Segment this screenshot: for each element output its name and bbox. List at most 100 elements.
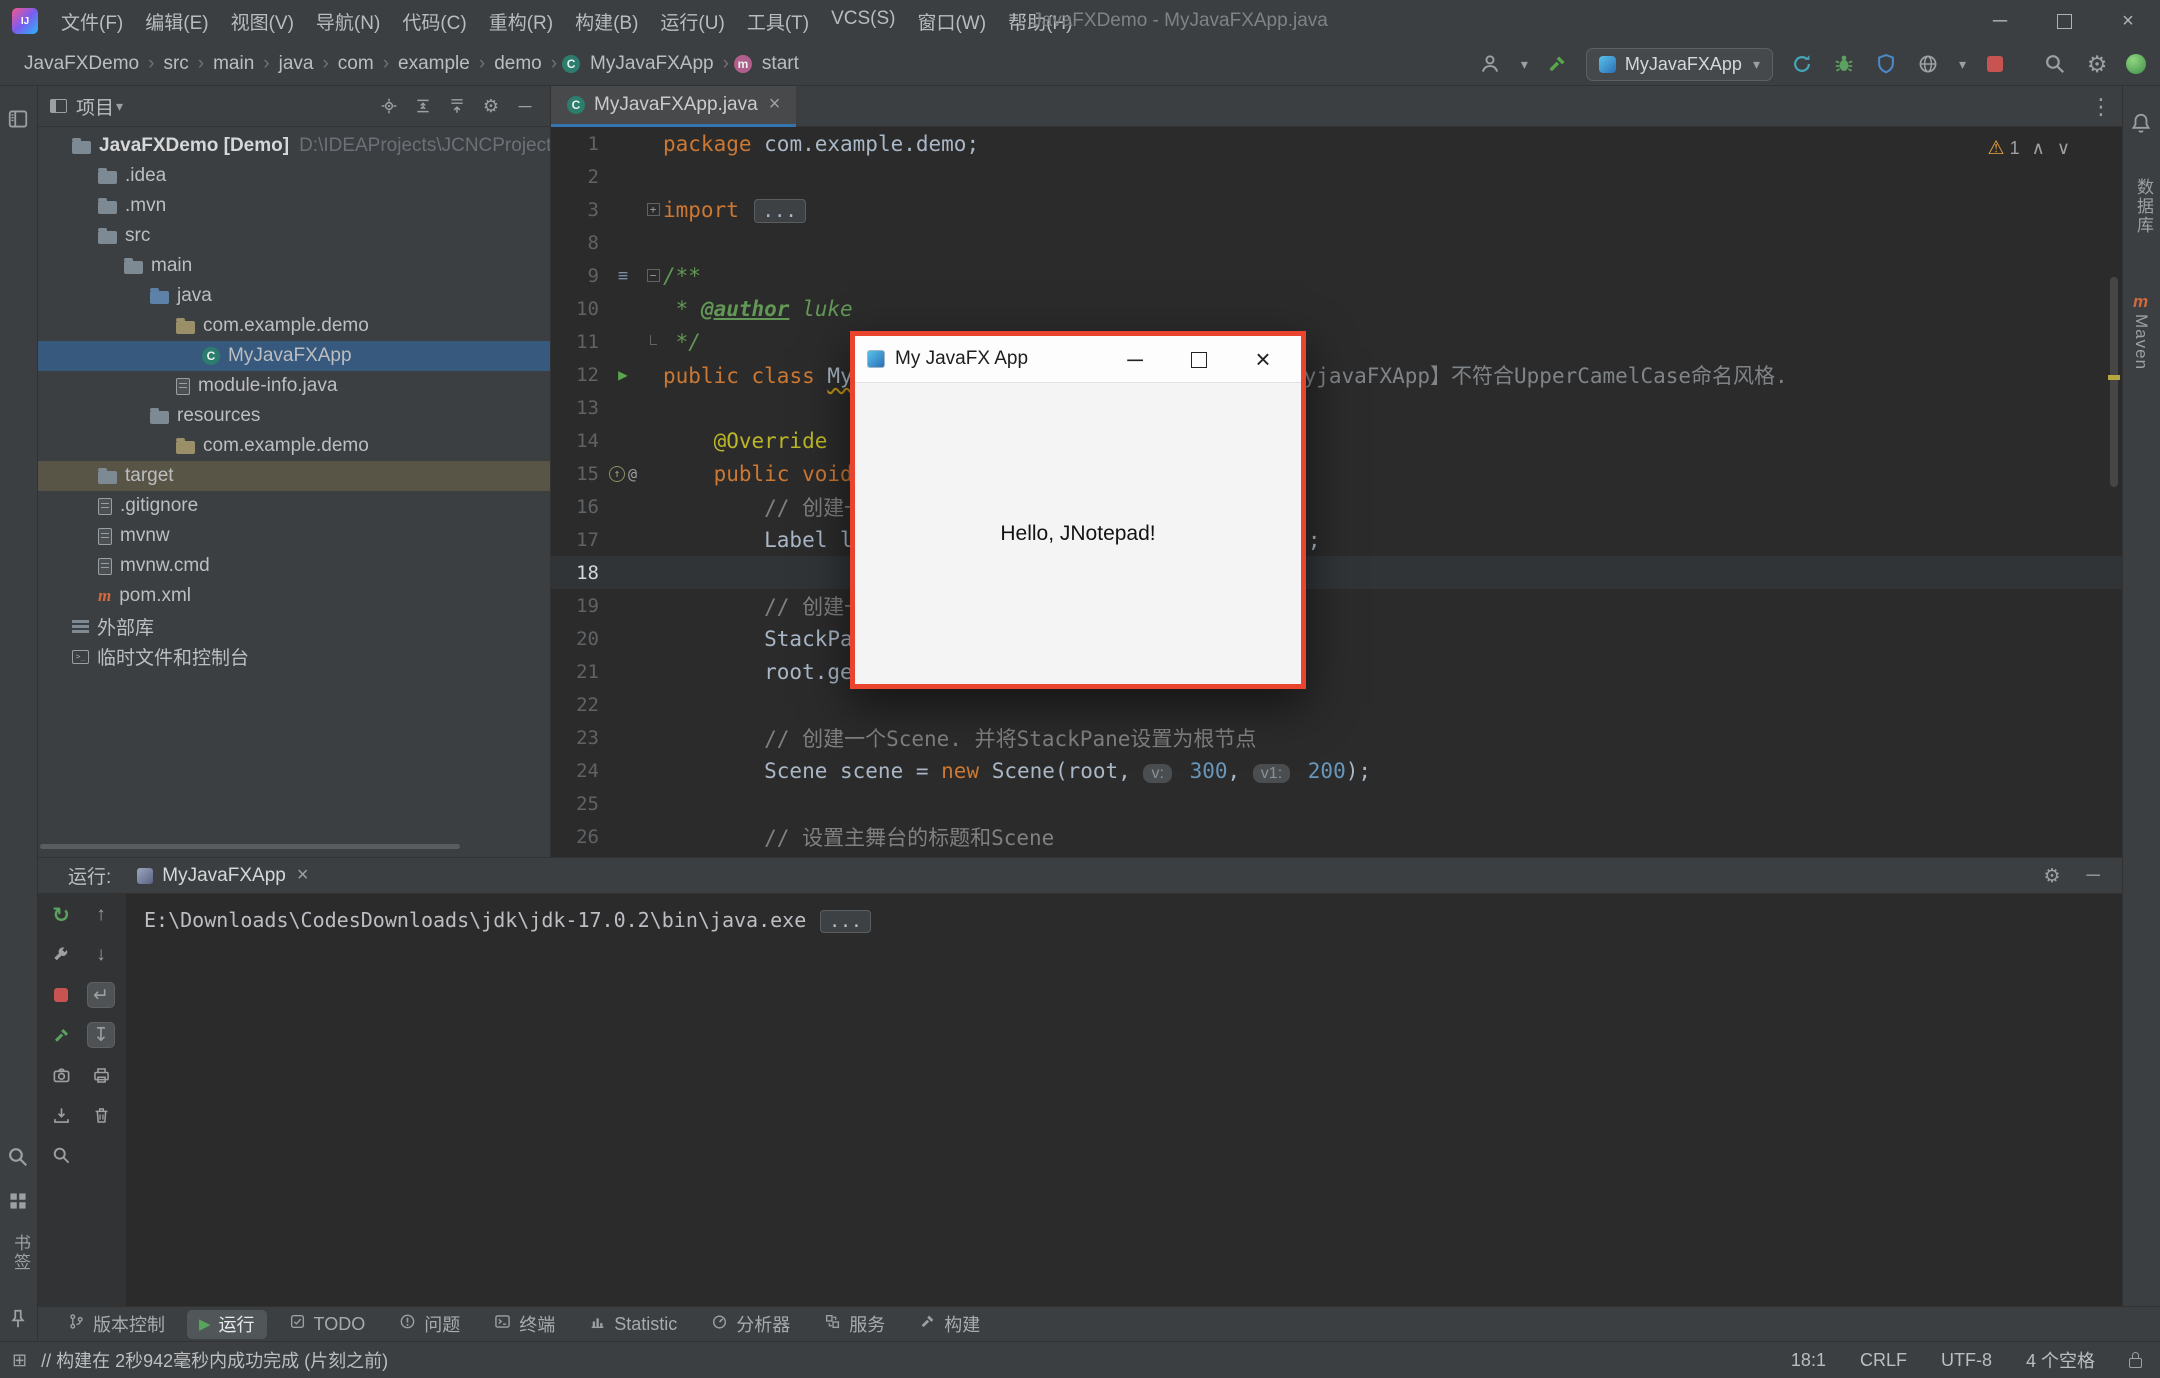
tool-tab-Statistic[interactable]: Statistic — [577, 1310, 689, 1339]
down-stack-trace-icon[interactable]: ↓ — [87, 942, 115, 968]
tree-row[interactable]: 外部库 — [38, 611, 550, 641]
encoding-widget[interactable]: UTF-8 — [1941, 1350, 1992, 1371]
readonly-lock-icon[interactable] — [2129, 1358, 2142, 1368]
panel-settings-gear-icon[interactable]: ⚙ — [478, 93, 504, 119]
breadcrumb-item-com[interactable]: com — [334, 51, 378, 77]
fold-collapse-icon[interactable]: − — [647, 269, 660, 282]
tree-row[interactable]: JavaFXDemo [Demo]D:\IDEAProjects\JCNCPro… — [38, 131, 550, 161]
menu-item-10[interactable]: 窗口(W) — [906, 4, 997, 39]
run-panel-settings-gear-icon[interactable]: ⚙ — [2043, 865, 2060, 888]
menu-item-5[interactable]: 重构(R) — [478, 4, 564, 39]
maximize-window-button[interactable] — [2032, 0, 2096, 42]
caret-position-widget[interactable]: 18:1 — [1791, 1350, 1826, 1371]
search-everywhere-button[interactable] — [2042, 51, 2068, 77]
menu-item-0[interactable]: 文件(F) — [50, 4, 134, 39]
tree-row[interactable]: com.example.demo — [38, 431, 550, 461]
expand-all-button[interactable] — [410, 93, 436, 119]
tool-tab-终端[interactable]: 终端 — [482, 1310, 567, 1339]
profiler-button[interactable] — [1915, 51, 1941, 77]
stop-process-button[interactable] — [47, 982, 75, 1008]
menu-item-7[interactable]: 运行(U) — [649, 4, 735, 39]
tree-row[interactable]: resources — [38, 401, 550, 431]
tool-tab-问题[interactable]: 问题 — [387, 1310, 472, 1339]
javafx-minimize-button[interactable]: ─ — [1103, 336, 1167, 383]
javafx-maximize-button[interactable] — [1167, 336, 1231, 383]
tree-horizontal-scrollbar[interactable] — [40, 844, 460, 849]
up-stack-trace-icon[interactable]: ↑ — [87, 902, 115, 928]
menu-item-6[interactable]: 构建(B) — [564, 4, 649, 39]
tool-tab-版本控制[interactable]: 版本控制 — [56, 1310, 177, 1339]
tool-tab-运行[interactable]: ▶运行 — [187, 1310, 267, 1339]
tree-row[interactable]: target — [38, 461, 550, 491]
build-hammer-icon[interactable] — [1544, 51, 1570, 77]
menu-item-2[interactable]: 视图(V) — [220, 4, 305, 39]
menu-item-1[interactable]: 编辑(E) — [134, 4, 219, 39]
breadcrumb-item-main[interactable]: main — [209, 51, 258, 77]
tree-row[interactable]: .idea — [38, 161, 550, 191]
run-console-output[interactable]: E:\Downloads\CodesDownloads\jdk\jdk-17.0… — [126, 894, 2122, 1306]
prev-problem-icon[interactable]: ∧ — [2032, 138, 2045, 159]
bookmarks-tool-button[interactable]: 书签 — [8, 1234, 33, 1272]
rerun-button[interactable] — [1789, 51, 1815, 77]
coverage-button[interactable] — [1873, 51, 1899, 77]
close-window-button[interactable]: × — [2096, 0, 2160, 42]
settings-gear-icon[interactable]: ⚙ — [2084, 51, 2110, 77]
ai-plugin-icon[interactable] — [2126, 54, 2146, 74]
breadcrumb-item-JavaFXDemo[interactable]: JavaFXDemo — [20, 51, 143, 77]
clear-console-trash-icon[interactable] — [87, 1102, 115, 1128]
locate-file-button[interactable] — [376, 93, 402, 119]
problems-tool-button[interactable] — [7, 1146, 31, 1170]
tool-tab-TODO[interactable]: TODO — [277, 1310, 378, 1339]
console-folded-args[interactable]: ... — [820, 910, 871, 933]
tree-row[interactable]: java — [38, 281, 550, 311]
scroll-to-end-icon[interactable]: ↧ — [87, 1022, 115, 1048]
tree-row[interactable]: mpom.xml — [38, 581, 550, 611]
javafx-window-titlebar[interactable]: My JavaFX App ─ × — [855, 336, 1301, 383]
tab-close-icon[interactable]: × — [769, 93, 781, 116]
database-tool-button[interactable]: 数据库 — [2131, 178, 2156, 235]
tool-tab-服务[interactable]: 服务 — [812, 1310, 897, 1339]
breadcrumb-item-java[interactable]: java — [275, 51, 318, 77]
tree-row[interactable]: main — [38, 251, 550, 281]
rerun-application-button[interactable]: ↻ — [47, 902, 75, 928]
tree-row[interactable]: mvnw.cmd — [38, 551, 550, 581]
user-account-icon[interactable] — [1477, 51, 1503, 77]
collapse-all-button[interactable] — [444, 93, 470, 119]
tool-windows-widget-icon[interactable]: ⊞ — [12, 1350, 27, 1371]
maven-tool-button[interactable]: Maven — [2131, 314, 2151, 370]
next-problem-icon[interactable]: ∨ — [2057, 138, 2070, 159]
thread-dump-camera-icon[interactable] — [47, 1062, 75, 1088]
breadcrumb-item-example[interactable]: example — [394, 51, 474, 77]
notifications-bell-icon[interactable] — [2130, 112, 2154, 136]
menu-item-3[interactable]: 导航(N) — [305, 4, 391, 39]
tree-row[interactable]: CMyJavaFXApp — [38, 341, 550, 371]
breadcrumb-item-demo[interactable]: demo — [490, 51, 546, 77]
pin-tool-button[interactable] — [7, 1308, 31, 1332]
soft-wrap-toggle-icon[interactable]: ↵ — [87, 982, 115, 1008]
run-tab-close-icon[interactable]: × — [297, 864, 309, 887]
inspections-widget[interactable]: ⚠ 1 ∧ ∨ — [1988, 137, 2070, 160]
folded-code-chip[interactable]: ... — [754, 199, 806, 223]
services-tool-button[interactable] — [7, 1190, 31, 1214]
line-ending-widget[interactable]: CRLF — [1860, 1350, 1907, 1371]
tree-row[interactable]: .mvn — [38, 191, 550, 221]
dump-import-icon[interactable] — [47, 1102, 75, 1128]
tool-tab-构建[interactable]: 构建 — [907, 1310, 992, 1339]
fold-expand-icon[interactable]: + — [647, 203, 660, 216]
tree-row[interactable]: >_临时文件和控制台 — [38, 641, 550, 671]
breadcrumb-item-MyJavaFXApp[interactable]: MyJavaFXApp — [586, 51, 718, 77]
hide-run-panel-button[interactable]: ─ — [2087, 865, 2100, 887]
override-marker-icon[interactable]: ↑ — [609, 466, 625, 482]
stop-button[interactable] — [1982, 51, 2008, 77]
tab-options-icon[interactable]: ⋮ — [2090, 94, 2112, 120]
project-view-caret-icon[interactable]: ▾ — [116, 98, 123, 115]
edit-configuration-wrench-icon[interactable] — [47, 942, 75, 968]
tree-row[interactable]: module-info.java — [38, 371, 550, 401]
menu-item-4[interactable]: 代码(C) — [391, 4, 477, 39]
tree-row[interactable]: src — [38, 221, 550, 251]
tree-row[interactable]: mvnw — [38, 521, 550, 551]
menu-item-9[interactable]: VCS(S) — [820, 4, 906, 39]
minimize-window-button[interactable]: ─ — [1968, 0, 2032, 42]
run-configuration-select[interactable]: MyJavaFXApp ▾ — [1586, 48, 1773, 81]
editor-tab-myjavafxapp[interactable]: C MyJavaFXApp.java × — [551, 86, 796, 127]
